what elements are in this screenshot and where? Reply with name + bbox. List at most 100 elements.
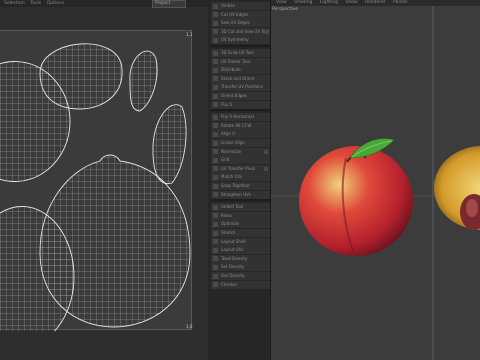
tool-item[interactable]: Relax — [211, 211, 270, 220]
uv-shell-leaf-2 — [152, 104, 187, 185]
uv-menu-selection[interactable]: Selection — [4, 1, 25, 6]
viewport-divider — [270, 0, 271, 360]
tool-item[interactable]: Rotate 90 CCW — [211, 121, 270, 130]
tool-item-label: Relax — [221, 212, 232, 218]
tool-item-label: Unfold Tool — [221, 204, 244, 210]
tool-item[interactable]: Optimize — [211, 220, 270, 229]
tool-item[interactable]: Checker — [211, 280, 270, 289]
tool-icon — [213, 221, 218, 227]
tool-item-label: Rotate 90 CCW — [221, 122, 252, 128]
tool-item-label: Straighten UVs — [221, 191, 251, 197]
viewport-scene — [270, 6, 480, 360]
tool-group-divider — [211, 45, 270, 47]
tool-icon — [213, 93, 218, 99]
tool-item[interactable]: Snap Together — [211, 182, 270, 190]
tool-item-label: Orient Edges — [221, 93, 247, 98]
peach-whole-model — [299, 138, 413, 256]
vp-menu-shading[interactable]: Shading — [294, 0, 312, 5]
uv-shells-drawing — [0, 43, 191, 331]
tool-icon — [213, 59, 218, 65]
tool-icon — [213, 192, 218, 198]
tool-item[interactable]: Cut UV Edges — [211, 10, 270, 19]
tool-icon — [213, 123, 218, 129]
tool-item[interactable]: Flip V Horizontal — [211, 113, 270, 122]
tool-item[interactable]: Texel Density — [211, 254, 270, 263]
tool-icon — [213, 230, 218, 236]
tool-icon — [213, 140, 218, 146]
uv-menu-options[interactable]: Options — [47, 1, 64, 6]
vp-menu-show[interactable]: Show — [345, 0, 357, 5]
tool-item[interactable]: Distribute — [211, 66, 270, 75]
tool-item[interactable]: Linear Align — [211, 139, 270, 147]
uv-set-dropdown[interactable]: Project — [152, 0, 186, 8]
tool-item[interactable]: 3D Cut and Sew UV Tool — [211, 27, 270, 36]
vp-menu-lighting[interactable]: Lighting — [320, 0, 338, 5]
tool-item[interactable]: Set Density — [211, 263, 270, 272]
tool-item[interactable]: Orient Edges — [211, 92, 270, 100]
tool-icon — [213, 102, 218, 108]
tool-item[interactable]: Grid — [211, 156, 270, 165]
perspective-viewport[interactable]: View Shading Lighting Show Renderer Pane… — [270, 0, 480, 360]
tool-item-label: Snap Together — [221, 183, 250, 188]
uv-menu-tools[interactable]: Tools — [30, 1, 41, 6]
tool-item[interactable]: UV Transfer Pivot — [211, 164, 270, 173]
peach-half-model — [434, 146, 480, 230]
tool-option-box-icon[interactable] — [264, 149, 268, 154]
tool-icon — [213, 213, 218, 219]
tool-item-label: UV Smear Tool — [221, 58, 250, 64]
tool-item[interactable]: Flip U — [211, 100, 270, 109]
tool-option-box-icon[interactable] — [264, 166, 268, 171]
tool-icon — [213, 157, 218, 163]
tool-icon — [213, 20, 218, 26]
tool-item-label: Grid — [221, 157, 230, 163]
tool-item-label: Optimize — [221, 221, 239, 227]
tool-item[interactable]: 3D Grab UV Tool — [211, 49, 270, 57]
tool-icon — [213, 76, 218, 82]
tool-icon — [213, 114, 218, 120]
tool-item[interactable]: Match UVs — [211, 173, 270, 182]
tool-group-divider — [211, 199, 270, 202]
tool-item[interactable]: Stretch — [211, 229, 270, 237]
tool-item-label: Stretch — [221, 230, 236, 235]
tool-item[interactable]: Straighten UVs — [211, 190, 270, 199]
tool-item-label: Flip V Horizontal — [221, 114, 254, 120]
vp-menu-renderer[interactable]: Renderer — [365, 0, 386, 5]
tool-item[interactable]: Align U — [211, 130, 270, 139]
tool-item[interactable]: UV Symmetry — [211, 36, 270, 45]
uv-shell-top-oval — [39, 43, 123, 110]
tool-item[interactable]: Layout UVs — [211, 246, 270, 255]
tool-item[interactable]: Layout Shell — [211, 237, 270, 246]
vp-menu-panels[interactable]: Panels — [393, 0, 407, 5]
uv-corner-top-right: 1,1 — [186, 32, 193, 37]
tool-item-label: Normalize — [221, 148, 242, 154]
tool-item-label: Cut UV Edges — [221, 11, 249, 17]
tool-item[interactable]: Transfer UV Positions — [211, 83, 270, 92]
tool-icon — [213, 183, 218, 189]
tool-item[interactable]: Unfold Tool — [211, 203, 270, 212]
tool-icon — [213, 174, 218, 180]
tool-item[interactable]: Get Density — [211, 272, 270, 280]
tool-item-label: Texel Density — [221, 255, 248, 261]
tool-icon — [213, 3, 218, 9]
tool-item-label: Checker — [221, 281, 238, 287]
tool-group-divider — [211, 109, 270, 112]
tool-option-box-icon[interactable] — [264, 29, 268, 34]
tool-item-label: Layout UVs — [221, 247, 244, 253]
tool-icon — [213, 12, 218, 18]
tool-item[interactable]: Unitize — [211, 2, 270, 10]
tool-item[interactable]: Normalize — [211, 147, 270, 156]
tool-item-label: Unitize — [221, 3, 235, 8]
tool-item-label: Set Density — [221, 264, 245, 270]
uv-texture-grid[interactable]: 1,1 1,0 — [0, 30, 193, 331]
tool-item[interactable]: Stack and Orient — [211, 74, 270, 83]
tool-item[interactable]: Sew UV Edges — [211, 19, 270, 28]
tool-item-label: Distribute — [221, 67, 241, 73]
tool-icon — [213, 166, 218, 172]
tool-item[interactable]: UV Smear Tool — [211, 57, 270, 66]
tool-icon — [213, 149, 218, 155]
tool-item-label: 3D Cut and Sew UV Tool — [221, 28, 270, 34]
tool-item-label: Get Density — [221, 273, 245, 278]
tool-item-label: 3D Grab UV Tool — [221, 50, 254, 55]
vp-menu-view[interactable]: View — [276, 0, 287, 5]
tool-icon — [213, 264, 218, 270]
